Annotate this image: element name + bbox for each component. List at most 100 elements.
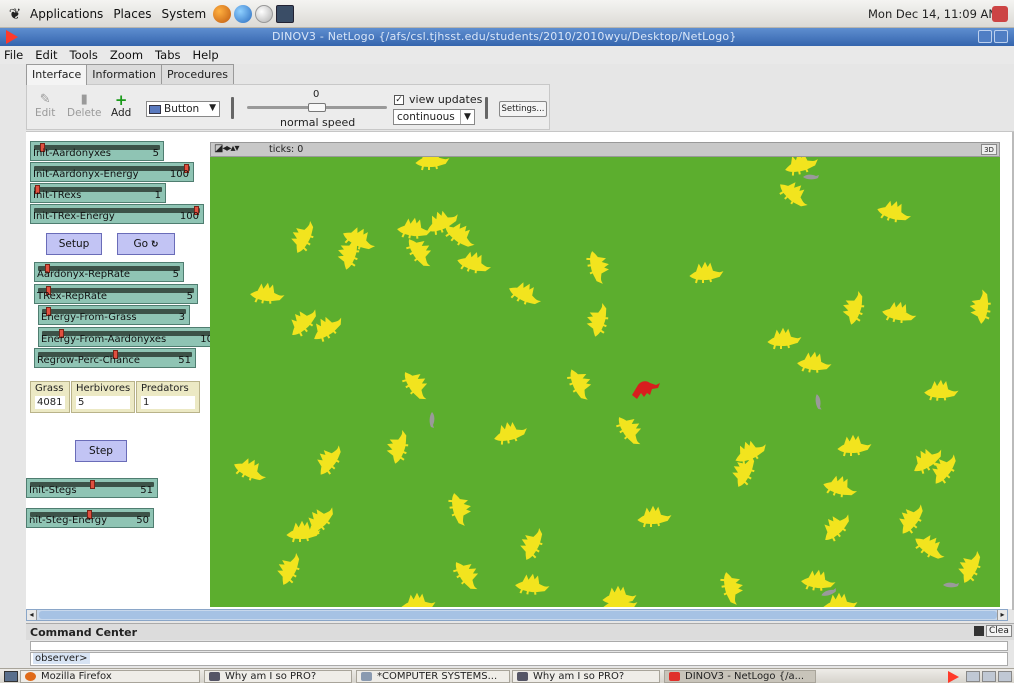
settings-button[interactable]: Settings... [499, 101, 547, 117]
view-header: ◪◂▸▴▾ ticks: 0 3D [210, 142, 1000, 157]
task-label: Mozilla Firefox [41, 671, 112, 682]
steg-turtle [515, 573, 550, 595]
slider-init-aardonyxes[interactable]: Init-Aardonyxes 5 [30, 141, 164, 161]
steg-turtle [567, 369, 592, 400]
slider-init-aardonyx-energy[interactable]: Init-Aardonyx-Energy 100 [30, 162, 194, 182]
aardonyx-turtle [821, 588, 836, 596]
bottom-taskbar: Mozilla Firefox Why am I so PRO? *COMPUT… [0, 668, 1014, 683]
scroll-right-icon[interactable]: ▸ [997, 610, 1007, 620]
task-why-pro-2[interactable]: Why am I so PRO? [512, 670, 660, 683]
agent-type-selector[interactable]: observer> [33, 653, 90, 664]
netlogo-tray-icon[interactable] [948, 671, 959, 683]
task-netlogo[interactable]: DINOV3 - NetLogo {/a... [664, 670, 816, 683]
minimize-button[interactable] [978, 30, 992, 43]
view-updates-label: view updates [409, 93, 483, 106]
steg-turtle [291, 309, 316, 337]
slider-energy-from-aardonyxes[interactable]: Energy-From-Aardonyxes 10 [38, 327, 218, 347]
setup-button[interactable]: Setup [46, 233, 102, 255]
command-input[interactable]: observer> [30, 652, 1008, 666]
world-view[interactable] [210, 157, 1000, 607]
tab-strip: Interface Information Procedures [26, 64, 234, 85]
tray-status-icon[interactable] [992, 6, 1008, 22]
tab-information[interactable]: Information [86, 64, 162, 84]
scroll-left-icon[interactable]: ◂ [27, 610, 37, 620]
view-size-controls-icon[interactable]: ◪◂▸▴▾ [214, 143, 240, 154]
menu-help[interactable]: Help [193, 48, 219, 62]
steg-turtle [689, 261, 724, 284]
task-computer-systems[interactable]: *COMPUTER SYSTEMS... [356, 670, 510, 683]
horizontal-scrollbar[interactable]: ◂ ▸ [26, 609, 1008, 621]
delete-button[interactable]: ▮ Delete [67, 93, 102, 120]
slider-trex-reprate[interactable]: TRex-RepRate 5 [34, 284, 198, 304]
workspace-switcher-2[interactable] [982, 671, 996, 682]
step-button[interactable]: Step [75, 440, 127, 462]
speed-slider[interactable] [247, 103, 387, 112]
speed-slider-thumb[interactable] [308, 103, 326, 112]
scrollbar-thumb[interactable] [39, 611, 997, 619]
steg-turtle [494, 422, 527, 445]
tab-interface[interactable]: Interface [26, 64, 88, 85]
menu-file[interactable]: File [4, 48, 23, 62]
task-why-pro-1[interactable]: Why am I so PRO? [204, 670, 352, 683]
slider-init-stegs[interactable]: Init-Stegs 51 [26, 478, 158, 498]
view-updates-checkbox[interactable]: ✓ [394, 95, 404, 105]
world-canvas [234, 157, 991, 607]
terminal-icon [517, 672, 528, 681]
terminal-launcher-icon[interactable] [276, 4, 295, 23]
thunderbird-launcher-icon[interactable] [234, 4, 253, 23]
clear-button[interactable]: Clea [986, 625, 1012, 637]
task-label: DINOV3 - NetLogo {/a... [685, 671, 805, 682]
slider-value: 51 [140, 485, 153, 496]
slider-label: Energy-From-Grass [41, 312, 137, 323]
slider-init-trexs[interactable]: Init-TRexs 1 [30, 183, 166, 203]
netlogo-icon [669, 672, 680, 681]
monitor-herbivores: Herbivores 5 [71, 381, 135, 413]
show-desktop-icon[interactable] [4, 671, 18, 682]
steg-turtle [801, 569, 836, 591]
slider-label: Init-TRexs [33, 190, 82, 201]
window-titlebar[interactable]: DINOV3 - NetLogo {/afs/csl.tjhsst.edu/st… [0, 28, 1014, 46]
monitor-label: Grass [35, 383, 64, 394]
gnome-foot-icon[interactable]: ❦ [6, 5, 24, 23]
slider-init-steg-energy[interactable]: nit-Steg-Energy 50 [26, 508, 154, 528]
slider-energy-from-grass[interactable]: Energy-From-Grass 3 [38, 305, 190, 325]
help-launcher-icon[interactable] [255, 4, 274, 23]
menu-tabs[interactable]: Tabs [155, 48, 180, 62]
system-menu[interactable]: System [161, 7, 206, 21]
tab-procedures[interactable]: Procedures [160, 64, 234, 84]
slider-init-trex-energy[interactable]: Init-TRex-Energy 100 [30, 204, 204, 224]
command-center-output [30, 641, 1008, 651]
menu-edit[interactable]: Edit [35, 48, 57, 62]
task-firefox[interactable]: Mozilla Firefox [20, 670, 200, 683]
window-title: DINOV3 - NetLogo {/afs/csl.tjhsst.edu/st… [272, 30, 737, 43]
slider-value: 51 [178, 355, 191, 366]
3d-view-button[interactable]: 3D [981, 144, 997, 155]
aardonyx-turtle [429, 412, 435, 428]
panel-clock[interactable]: Mon Dec 14, 11:09 AM [868, 7, 998, 21]
widget-type-select[interactable]: Button ▼ [146, 101, 220, 117]
slider-thumb[interactable] [90, 480, 96, 489]
steg-turtle [899, 504, 923, 534]
slider-value: 5 [152, 148, 159, 159]
aardonyx-turtle [803, 174, 819, 180]
go-label: Go [133, 238, 148, 250]
expand-icon[interactable] [974, 626, 984, 636]
workspace-switcher-1[interactable] [966, 671, 980, 682]
workspace-switcher-3[interactable] [998, 671, 1012, 682]
task-label: Why am I so PRO? [533, 671, 625, 682]
go-button[interactable]: Go ↻ [117, 233, 175, 255]
firefox-launcher-icon[interactable] [213, 4, 232, 23]
slider-label: Init-Stegs [29, 485, 77, 496]
steg-turtle [234, 458, 267, 481]
places-menu[interactable]: Places [113, 7, 151, 21]
update-mode-select[interactable]: continuous ▼ [393, 109, 475, 125]
maximize-button[interactable] [994, 30, 1008, 43]
slider-regrow-perc-chance[interactable]: Regrow-Perc-Chance 51 [34, 348, 196, 368]
slider-aardonyx-reprate[interactable]: Aardonyx-RepRate 5 [34, 262, 184, 282]
add-button[interactable]: + Add [111, 93, 131, 120]
steg-turtle [779, 182, 808, 207]
applications-menu[interactable]: Applications [30, 7, 103, 21]
edit-button[interactable]: ✎ Edit [35, 93, 55, 120]
menu-zoom[interactable]: Zoom [110, 48, 143, 62]
menu-tools[interactable]: Tools [70, 48, 98, 62]
